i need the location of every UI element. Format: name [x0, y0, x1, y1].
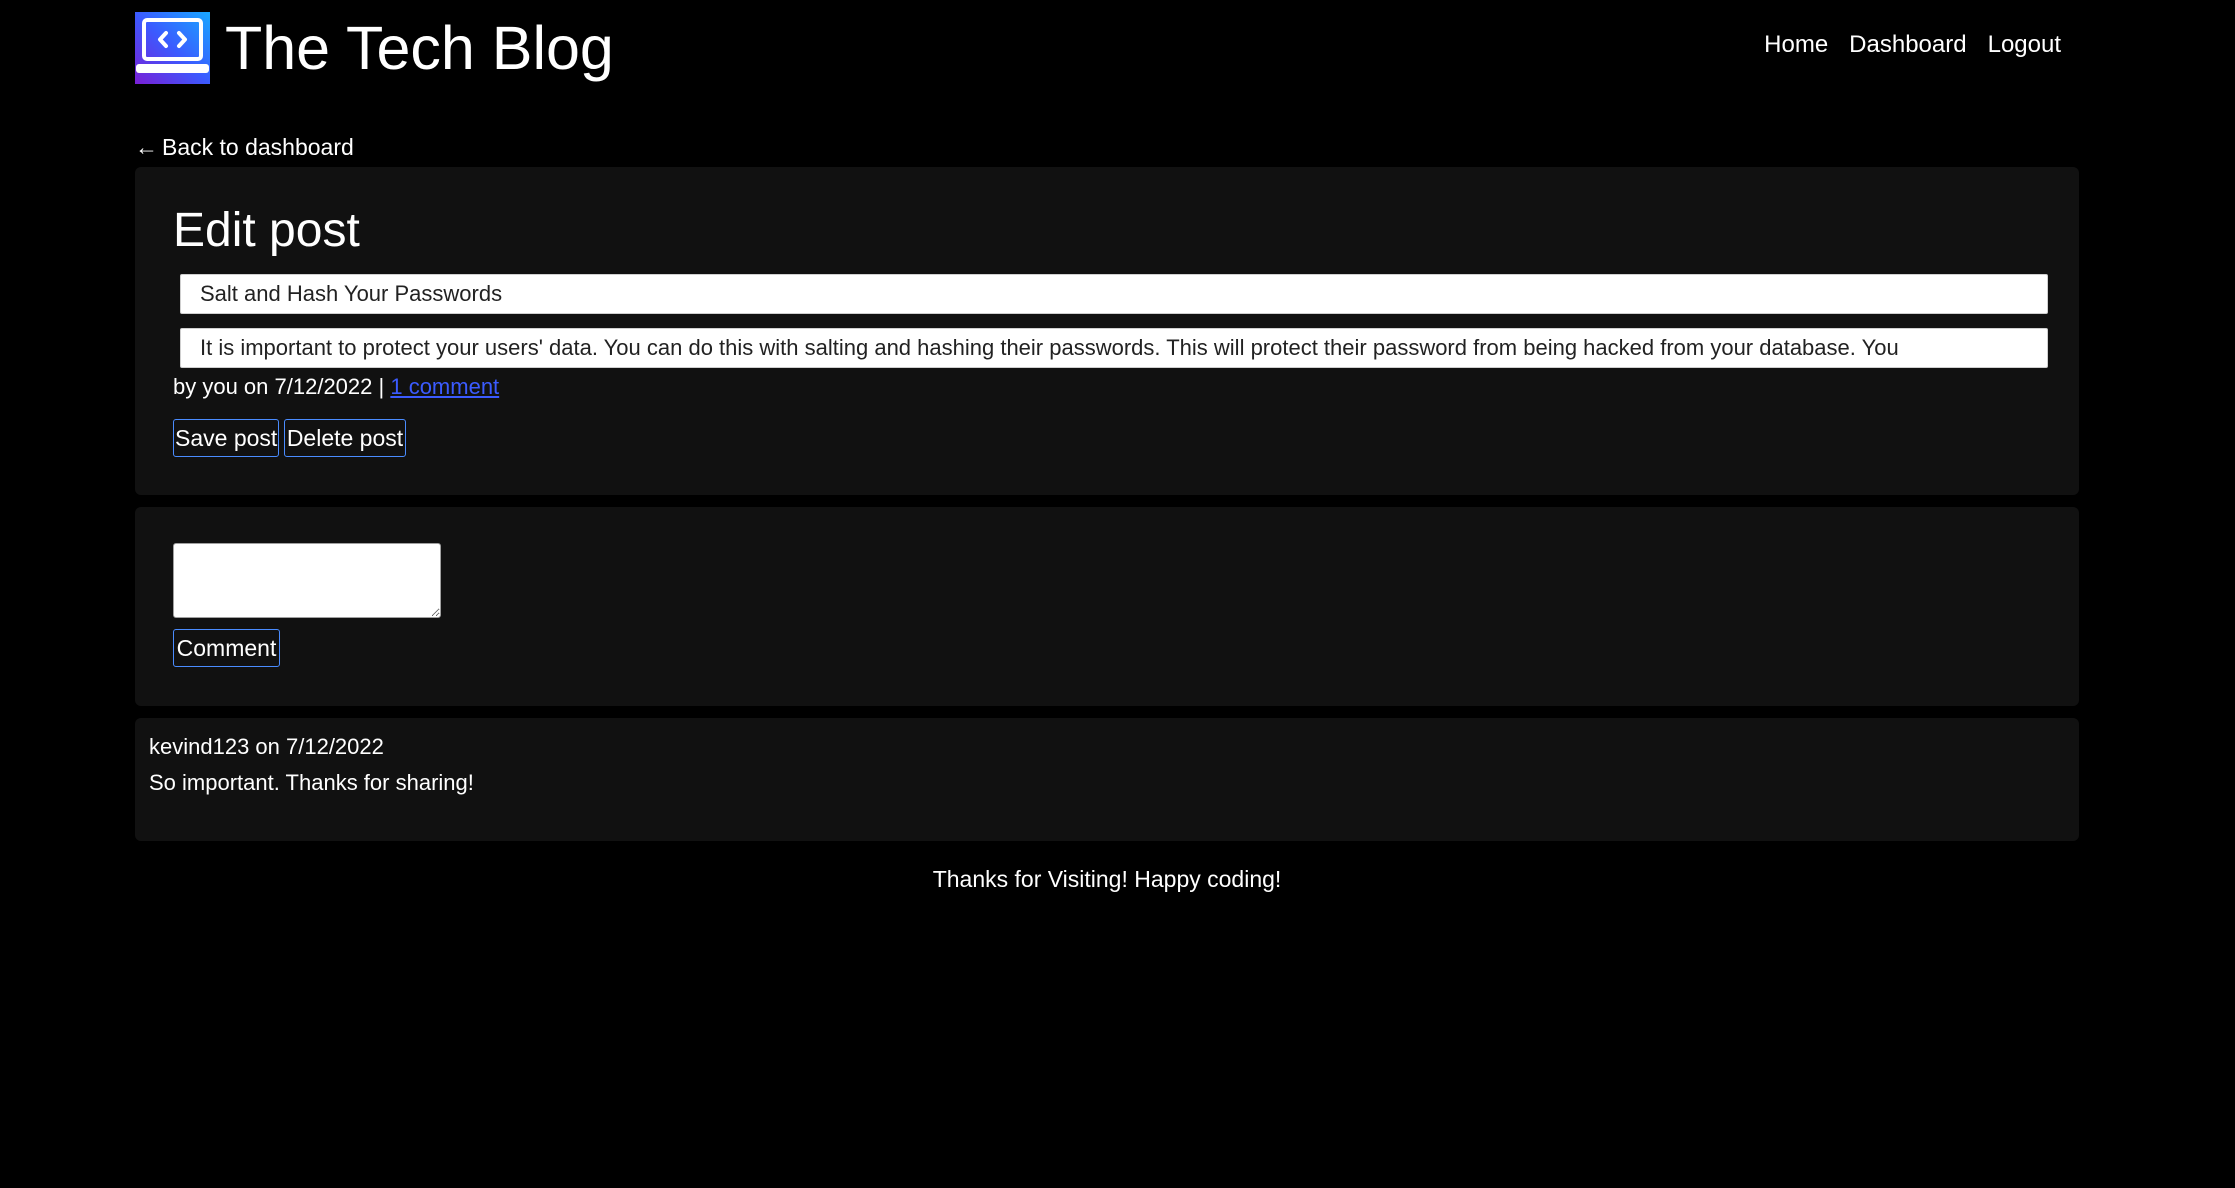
- main-nav: Home Dashboard Logout: [1764, 31, 2061, 59]
- arrow-left-icon: ←: [135, 134, 158, 160]
- site-footer: Thanks for Visiting! Happy coding!: [932, 866, 1282, 892]
- nav-dashboard-link[interactable]: Dashboard: [1849, 31, 1966, 59]
- comment-author-line: kevind123 on 7/12/2022: [149, 734, 384, 759]
- delete-post-button[interactable]: Delete post: [284, 419, 406, 457]
- nav-home-link[interactable]: Home: [1764, 31, 1828, 59]
- site-title: The Tech Blog: [225, 14, 614, 82]
- nav-logout-link[interactable]: Logout: [1988, 31, 2061, 59]
- post-content-input[interactable]: [180, 328, 2048, 368]
- laptop-code-icon: [135, 12, 210, 84]
- page: The Tech Blog Home Dashboard Logout ← Ba…: [0, 0, 2235, 1188]
- save-post-button[interactable]: Save post: [173, 419, 279, 457]
- site-header: The Tech Blog Home Dashboard Logout: [135, 11, 2079, 85]
- back-link-label: Back to dashboard: [162, 134, 354, 160]
- comments-list: kevind123 on 7/12/2022 So important. Tha…: [135, 718, 2079, 841]
- edit-post-heading: Edit post: [173, 204, 360, 257]
- edit-post-panel: Edit post by you on 7/12/2022 | 1 commen…: [135, 167, 2079, 495]
- comment-body: So important. Thanks for sharing!: [149, 770, 474, 795]
- back-to-dashboard-link[interactable]: ← Back to dashboard: [135, 134, 354, 161]
- post-meta: by you on 7/12/2022 | 1 comment: [173, 374, 499, 400]
- comments-count-link[interactable]: 1 comment: [390, 374, 499, 399]
- comment-submit-button[interactable]: Comment: [173, 629, 280, 667]
- post-meta-text: by you on 7/12/2022 |: [173, 374, 385, 399]
- brand: The Tech Blog: [135, 11, 614, 85]
- post-title-input[interactable]: [180, 274, 2048, 314]
- comment-textarea[interactable]: [173, 543, 441, 618]
- new-comment-panel: Comment: [135, 507, 2079, 706]
